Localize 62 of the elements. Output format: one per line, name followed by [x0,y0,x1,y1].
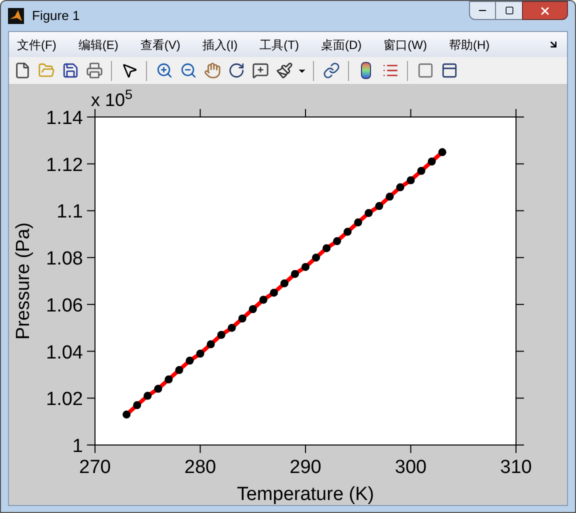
data-point [290,270,299,278]
y-tick-label: 1.14 [46,108,83,129]
data-point [144,392,152,400]
dock-arrow-icon [548,39,559,50]
data-point [302,262,310,271]
y-tick-label: 1.06 [46,295,83,316]
data-point [386,192,394,201]
data-point [154,384,162,393]
menu-item[interactable]: 窗口(W) [384,36,427,54]
menu-item[interactable]: 文件(F) [17,36,56,54]
data-point [164,375,173,384]
y-tick-label: 1.08 [46,248,83,270]
data-point [238,314,246,322]
data-point [206,340,215,348]
y-tick-label: 1.1 [56,202,83,223]
data-point [354,218,362,226]
y-tick-label: 1.04 [46,342,83,364]
x-tick-label: 280 [184,457,216,478]
maximize-button[interactable] [496,1,522,20]
data-point [417,166,426,175]
data-point [333,237,342,246]
x-tick-label: 310 [500,457,532,478]
data-point [396,183,404,192]
y-tick-label: 1 [72,436,83,457]
close-icon [539,4,551,16]
data-point [248,305,257,314]
y-axis-title: Pressure (Pa) [13,222,34,340]
menu-item[interactable]: 帮助(H) [448,36,490,54]
data-point [186,356,194,365]
data-point [375,202,384,210]
x-tick-label: 300 [394,457,427,478]
y-tick-label: 1.12 [46,154,83,176]
close-button[interactable] [522,1,568,20]
data-point [228,324,236,332]
data-point [428,158,436,166]
menu-item[interactable]: 插入(I) [202,36,238,54]
x-tick-label: 270 [79,457,111,478]
menu-item[interactable]: 工具(T) [260,36,299,54]
x-tick-label: 290 [290,457,322,478]
data-point [217,330,226,339]
data-point [133,401,142,410]
menu-item[interactable]: 编辑(E) [78,36,118,54]
data-point [344,228,352,236]
data-point [270,288,278,297]
data-point [280,279,288,288]
x-axis-title: Temperature (K) [236,484,374,505]
data-point [322,244,331,252]
window-title: Figure 1 [32,7,80,26]
data-point [406,176,415,184]
data-point [312,254,320,262]
maximize-icon [504,6,514,15]
data-point [259,296,268,304]
app-logo-icon [8,8,24,24]
y-tick-label: 1.02 [46,389,83,410]
data-point [175,366,184,374]
data-point [196,350,204,358]
data-point [438,148,446,156]
data-point [364,209,373,218]
y-multiplier: x 10$^{5}$ [91,90,133,110]
menu-item[interactable]: 查看(V) [140,36,180,54]
data-point [122,410,131,419]
menu-item[interactable]: 桌面(D) [320,36,362,54]
